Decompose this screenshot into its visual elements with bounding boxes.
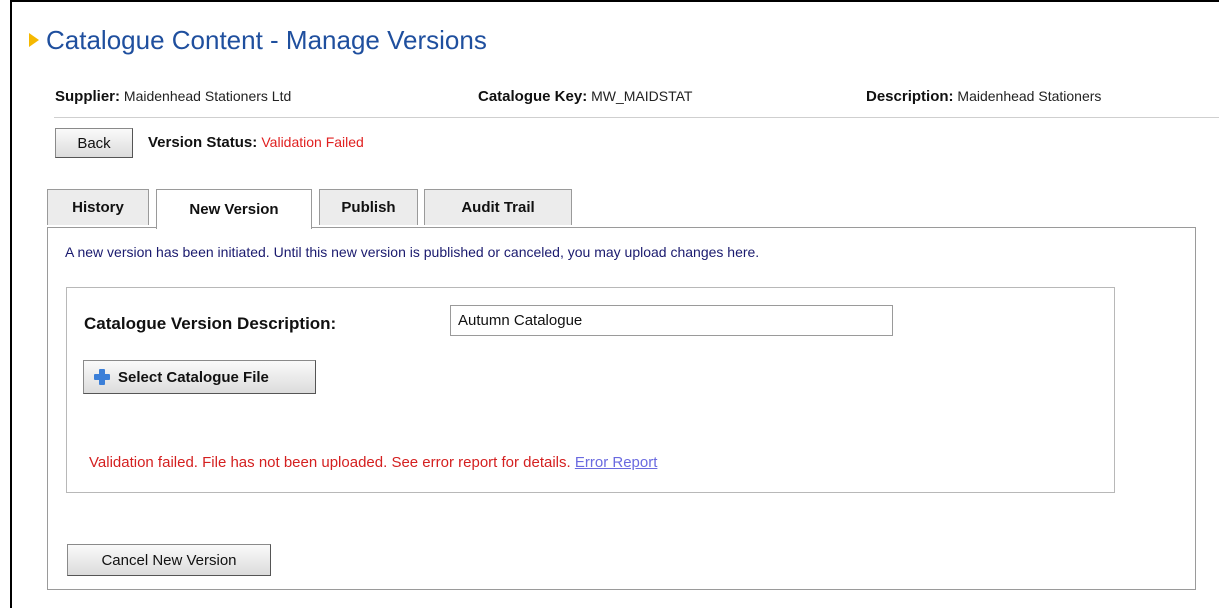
new-version-panel: A new version has been initiated. Until … bbox=[47, 227, 1196, 590]
supplier-label: Supplier: bbox=[55, 88, 121, 105]
tab-new-version[interactable]: New Version bbox=[156, 189, 312, 229]
version-status: Version Status: Validation Failed bbox=[148, 134, 364, 151]
upload-section: Catalogue Version Description: Select Ca… bbox=[66, 287, 1115, 493]
description-info: Description: Maidenhead Stationers bbox=[866, 88, 1101, 105]
supplier-value: Maidenhead Stationers Ltd bbox=[123, 88, 292, 104]
tab-publish[interactable]: Publish bbox=[319, 189, 418, 225]
validation-error-text: Validation failed. File has not been upl… bbox=[89, 454, 571, 471]
tab-audit-trail[interactable]: Audit Trail bbox=[424, 189, 572, 225]
version-status-value: Validation Failed bbox=[261, 134, 364, 150]
cancel-new-version-button[interactable]: Cancel New Version bbox=[67, 544, 271, 576]
validation-error-message: Validation failed. File has not been upl… bbox=[89, 454, 657, 471]
description-value: Maidenhead Stationers bbox=[957, 88, 1102, 104]
page-title: Catalogue Content - Manage Versions bbox=[46, 24, 487, 55]
intro-text: A new version has been initiated. Until … bbox=[65, 244, 760, 260]
tab-history[interactable]: History bbox=[47, 189, 149, 225]
version-description-label: Catalogue Version Description: bbox=[84, 314, 337, 333]
catalogue-key-info: Catalogue Key: MW_MAIDSTAT bbox=[478, 88, 692, 105]
divider bbox=[54, 117, 1219, 118]
error-report-link[interactable]: Error Report bbox=[575, 454, 658, 471]
version-status-label: Version Status: bbox=[148, 134, 258, 151]
triangle-right-icon bbox=[29, 33, 39, 47]
catalogue-key-label: Catalogue Key: bbox=[478, 88, 588, 105]
catalogue-key-value: MW_MAIDSTAT bbox=[591, 88, 693, 104]
back-button[interactable]: Back bbox=[55, 128, 133, 158]
version-description-input[interactable] bbox=[450, 305, 893, 336]
select-catalogue-file-label: Select Catalogue File bbox=[118, 368, 269, 386]
supplier-info: Supplier: Maidenhead Stationers Ltd bbox=[55, 88, 291, 105]
plus-icon bbox=[94, 369, 110, 385]
description-label: Description: bbox=[866, 88, 954, 105]
select-catalogue-file-button[interactable]: Select Catalogue File bbox=[83, 360, 316, 394]
title-row: Catalogue Content - Manage Versions bbox=[29, 24, 487, 56]
window-frame: Catalogue Content - Manage Versions Supp… bbox=[10, 0, 1219, 608]
